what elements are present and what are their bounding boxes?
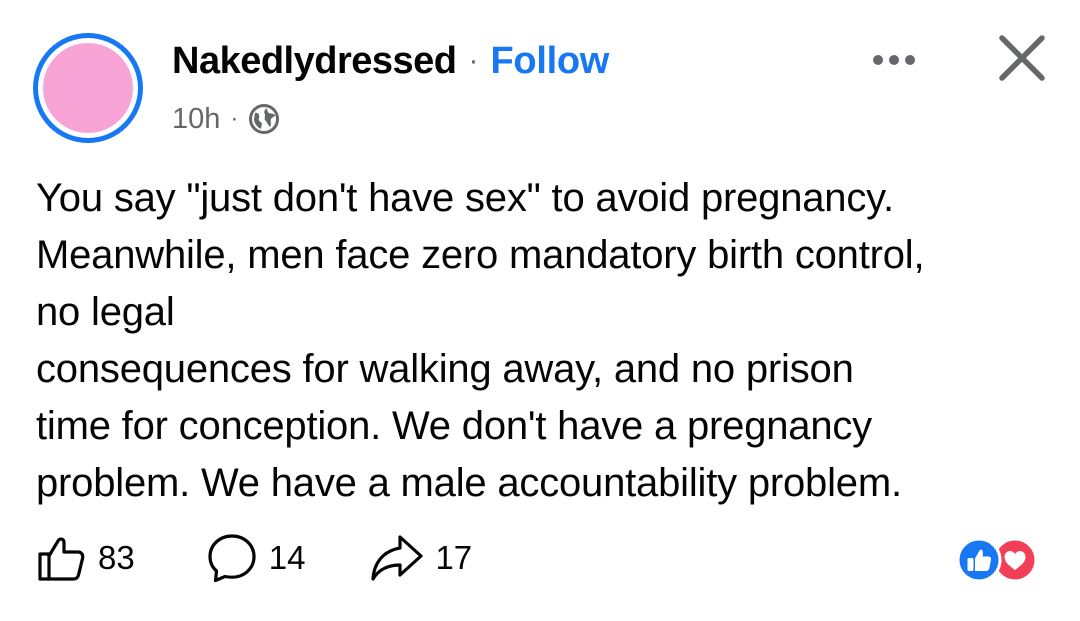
meta-separator: · [230, 105, 239, 132]
thumbs-up-icon [38, 537, 85, 581]
post-timestamp[interactable]: 10h [172, 103, 220, 136]
follow-button[interactable]: Follow [491, 40, 610, 83]
close-icon [999, 35, 1045, 81]
like-count: 83 [98, 539, 135, 576]
share-count: 17 [435, 539, 473, 576]
name-separator: · [468, 44, 479, 77]
post-meta-row: 10h · [172, 101, 280, 137]
avatar[interactable] [33, 33, 143, 143]
author-name[interactable]: Nakedlydressed [172, 40, 457, 83]
close-button[interactable] [994, 30, 1050, 86]
share-button[interactable]: 17 [369, 532, 472, 584]
comment-button[interactable]: 14 [205, 531, 306, 585]
post-actions-bar: 83 14 17 [36, 530, 472, 586]
avatar-image [43, 43, 133, 133]
avatar-ring-gap [38, 38, 138, 138]
like-button[interactable]: 83 [36, 532, 135, 584]
more-horizontal-icon [873, 55, 915, 65]
globe-icon[interactable] [248, 103, 280, 135]
post-text: You say "just don't have sex" to avoid p… [36, 176, 925, 505]
comment-icon [208, 534, 256, 583]
more-options-button[interactable] [868, 40, 928, 80]
reaction-summary[interactable] [956, 537, 1048, 583]
share-icon [371, 535, 424, 581]
comment-count: 14 [268, 539, 306, 576]
like-reaction-icon [956, 537, 1002, 583]
post-header-name-row: Nakedlydressed · Follow [172, 38, 609, 84]
